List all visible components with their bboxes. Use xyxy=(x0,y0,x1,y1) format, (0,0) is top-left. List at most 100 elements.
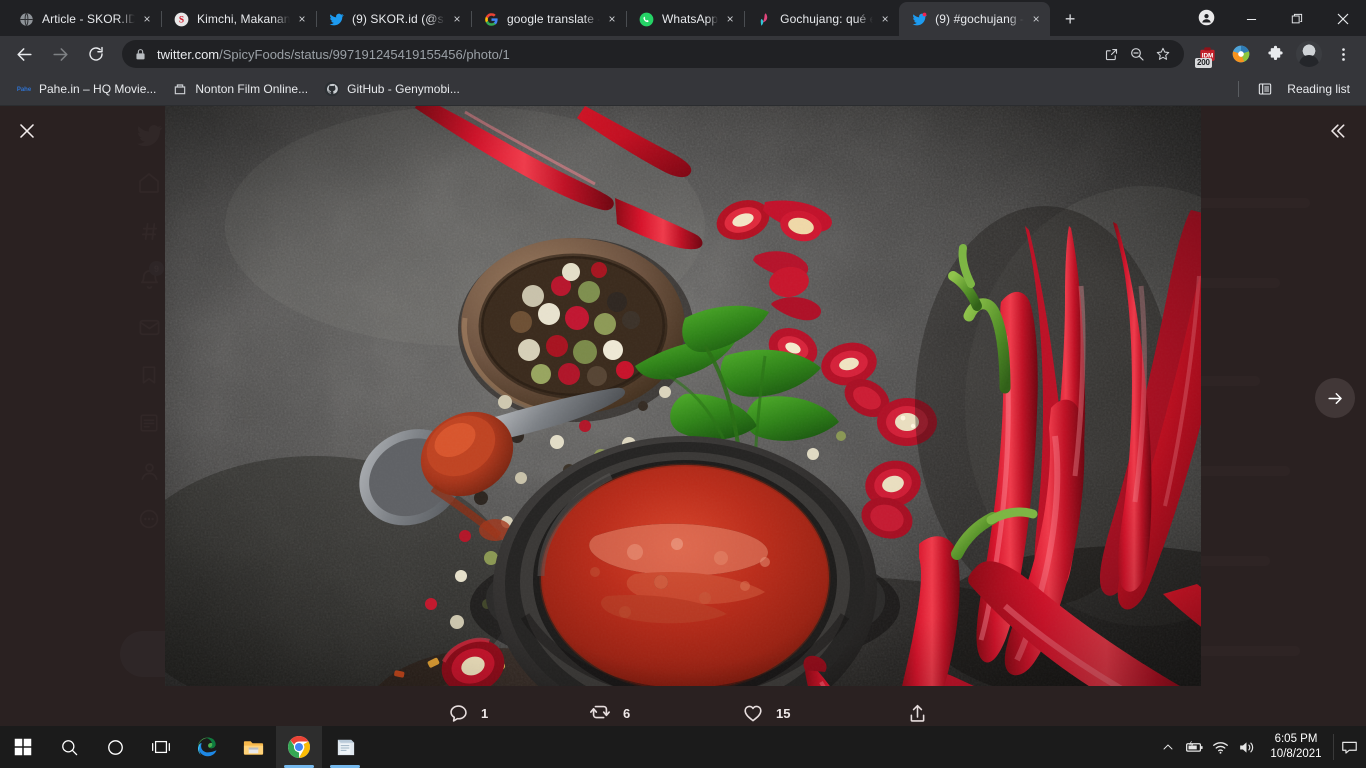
extensions-puzzle-icon[interactable] xyxy=(1260,39,1290,69)
browser-tab[interactable]: (9) SKOR.id (@sko × xyxy=(316,2,471,36)
reading-list-icon xyxy=(1257,81,1273,97)
expand-details-chevron-icon[interactable] xyxy=(1318,112,1356,150)
windows-taskbar: 6:05 PM 10/8/2021 xyxy=(0,726,1366,768)
tab-strip: Article - SKOR.ID × S Kimchi, Makanan × … xyxy=(0,0,1366,36)
browser-tab[interactable]: Gochujang: qué e × xyxy=(744,2,899,36)
reply-count: 1 xyxy=(481,705,489,721)
google-icon xyxy=(483,11,499,27)
star-icon[interactable] xyxy=(1150,41,1176,67)
browser-tab[interactable]: google translate - × xyxy=(471,2,626,36)
action-center-icon[interactable] xyxy=(1334,726,1364,768)
svg-text:S: S xyxy=(178,15,183,25)
bookmark-item[interactable]: Nonton Film Online... xyxy=(164,76,316,102)
retweet-count: 6 xyxy=(623,705,631,721)
share-tab-icon[interactable] xyxy=(1098,41,1124,67)
tab-close-button[interactable]: × xyxy=(877,11,893,27)
idm-badge: 200 xyxy=(1195,58,1212,68)
share-icon xyxy=(904,700,930,726)
bookmarks-separator xyxy=(1238,80,1240,97)
reload-icon[interactable] xyxy=(81,39,111,69)
close-icon[interactable] xyxy=(8,112,46,150)
url-domain: twitter.com xyxy=(157,46,220,62)
tab-close-button[interactable]: × xyxy=(1028,11,1044,27)
maximize-restore-button[interactable] xyxy=(1274,2,1320,36)
globe-icon xyxy=(18,11,34,27)
twitter-icon xyxy=(328,11,344,27)
whatsapp-icon xyxy=(638,11,654,27)
reading-list-label: Reading list xyxy=(1287,81,1350,96)
bookmark-label: GitHub - Genymobi... xyxy=(347,81,460,96)
bookmark-item[interactable]: GitHub - Genymobi... xyxy=(316,76,468,102)
tab-close-button[interactable]: × xyxy=(604,11,620,27)
tab-close-button[interactable]: × xyxy=(294,11,310,27)
bookmarks-bar: Pahe Pahe.in – HQ Movie... Nonton Film O… xyxy=(0,72,1366,106)
close-window-button[interactable] xyxy=(1320,2,1366,36)
lock-icon xyxy=(134,48,147,61)
svg-text:Pahe: Pahe xyxy=(17,87,32,93)
next-photo-button[interactable] xyxy=(1315,378,1355,418)
microsoft-edge-icon[interactable] xyxy=(184,726,230,768)
photo-lightbox-overlay: 1 6 15 xyxy=(0,106,1366,726)
tweet-photo[interactable] xyxy=(165,106,1201,686)
bookmark-label: Nonton Film Online... xyxy=(195,81,309,96)
github-icon xyxy=(324,81,340,97)
idm-extension-icon[interactable]: IDM 200 xyxy=(1192,39,1222,69)
heart-icon xyxy=(740,700,766,726)
bookmark-item[interactable]: Pahe Pahe.in – HQ Movie... xyxy=(8,76,164,102)
browser-tab[interactable]: WhatsApp × xyxy=(626,2,744,36)
clock-date: 10/8/2021 xyxy=(1270,748,1322,760)
start-button[interactable] xyxy=(0,726,46,768)
sticky-notes-icon[interactable] xyxy=(322,726,368,768)
browser-tab[interactable]: Article - SKOR.ID × xyxy=(6,2,161,36)
extensions-area: IDM 200 xyxy=(1190,39,1360,69)
url-path: /SpicyFoods/status/997191245419155456/ph… xyxy=(219,46,510,62)
minimize-button[interactable] xyxy=(1228,2,1274,36)
show-hidden-icons-chevron[interactable] xyxy=(1155,726,1181,768)
gochujang-icon xyxy=(756,11,772,27)
task-view-icon[interactable] xyxy=(138,726,184,768)
tab-close-button[interactable]: × xyxy=(449,11,465,27)
wifi-icon[interactable] xyxy=(1207,726,1233,768)
omnibox-actions xyxy=(1098,41,1176,67)
url-text: twitter.com/SpicyFoods/status/9971912454… xyxy=(157,47,1098,62)
tab-title: (9) #gochujang - xyxy=(935,12,1025,26)
pahe-icon: Pahe xyxy=(16,81,32,97)
like-count: 15 xyxy=(776,705,791,721)
three-dot-menu-icon[interactable] xyxy=(1328,39,1358,69)
film-icon xyxy=(172,81,188,97)
zoom-out-icon[interactable] xyxy=(1124,41,1150,67)
window-controls xyxy=(1190,2,1366,36)
tab-title: Kimchi, Makanan xyxy=(197,12,290,26)
tab-strip-spacer xyxy=(1084,35,1190,36)
tab-title: (9) SKOR.id (@sko xyxy=(352,12,445,26)
google-chrome-icon[interactable] xyxy=(276,726,322,768)
download-manager-extension-icon[interactable] xyxy=(1226,39,1256,69)
twitter-icon xyxy=(911,11,927,27)
bookmark-label: Pahe.in – HQ Movie... xyxy=(39,81,157,96)
back-arrow-icon[interactable] xyxy=(9,39,39,69)
battery-charging-icon[interactable] xyxy=(1181,726,1207,768)
tab-close-button[interactable]: × xyxy=(139,11,155,27)
search-icon[interactable] xyxy=(46,726,92,768)
browser-tab[interactable]: S Kimchi, Makanan × xyxy=(161,2,316,36)
system-tray: 6:05 PM 10/8/2021 xyxy=(1155,726,1366,768)
chrome-browser-window: Article - SKOR.ID × S Kimchi, Makanan × … xyxy=(0,0,1366,726)
profile-avatar-icon[interactable] xyxy=(1294,39,1324,69)
cortana-circle-icon[interactable] xyxy=(92,726,138,768)
tab-title: Article - SKOR.ID xyxy=(42,12,135,26)
file-explorer-icon[interactable] xyxy=(230,726,276,768)
forward-arrow-icon[interactable] xyxy=(45,39,75,69)
clock-time: 6:05 PM xyxy=(1274,733,1318,745)
clock[interactable]: 6:05 PM 10/8/2021 xyxy=(1259,726,1333,768)
volume-icon[interactable] xyxy=(1233,726,1259,768)
profile-chip-icon[interactable] xyxy=(1190,4,1222,32)
skor-icon: S xyxy=(173,11,189,27)
reading-list-button[interactable]: Reading list xyxy=(1249,76,1358,102)
tab-close-button[interactable]: × xyxy=(722,11,738,27)
tab-title: WhatsApp xyxy=(662,12,719,26)
browser-tab-active[interactable]: (9) #gochujang - × xyxy=(899,2,1051,36)
tab-title: google translate - xyxy=(507,12,600,26)
tab-title: Gochujang: qué e xyxy=(780,12,874,26)
address-bar[interactable]: twitter.com/SpicyFoods/status/9971912454… xyxy=(122,40,1184,68)
new-tab-button[interactable]: + xyxy=(1056,5,1084,33)
